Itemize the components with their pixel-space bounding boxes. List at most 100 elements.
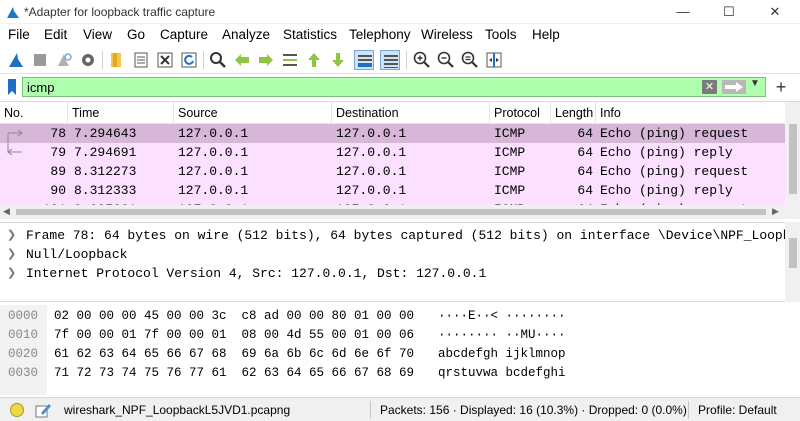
cell-no: 89 <box>50 164 66 179</box>
resize-columns-icon[interactable] <box>484 50 504 70</box>
cell-source: 127.0.0.1 <box>178 126 249 141</box>
detail-text: Frame 78: 64 bytes on wire (512 bits), 6… <box>26 228 800 243</box>
scroll-left-icon[interactable]: ◀ <box>3 206 10 217</box>
display-filter-bar: ✕ ▼ + <box>0 75 800 100</box>
profile-status[interactable]: Profile: Default <box>698 403 777 417</box>
details-scroll-thumb[interactable] <box>789 238 797 268</box>
toolbar-separator <box>102 51 103 69</box>
apply-filter-arrow-icon[interactable] <box>722 80 746 94</box>
scroll-right-icon[interactable]: ▶ <box>772 206 779 217</box>
close-file-icon[interactable] <box>155 50 175 70</box>
zoom-normal-icon[interactable] <box>460 50 480 70</box>
packet-list-horizontal-thumb[interactable] <box>16 209 766 215</box>
go-forward-icon[interactable] <box>256 50 276 70</box>
packet-row[interactable]: 90 8.312333 127.0.0.1 127.0.0.1 ICMP 64 … <box>0 181 785 200</box>
reload-file-icon[interactable] <box>179 50 199 70</box>
column-header-length[interactable]: Length <box>551 102 596 124</box>
packet-row[interactable]: 79 7.294691 127.0.0.1 127.0.0.1 ICMP 64 … <box>0 143 785 162</box>
cell-time: 7.294643 <box>74 126 137 141</box>
capture-options-icon[interactable] <box>78 50 98 70</box>
shark-fin-start-icon[interactable] <box>6 50 26 70</box>
byte-offset: 0030 <box>8 366 39 380</box>
bytes-row[interactable]: 0020 61 62 63 64 65 66 67 68 69 6a 6b 6c… <box>0 345 800 364</box>
column-header-protocol[interactable]: Protocol <box>490 102 551 124</box>
menu-capture[interactable]: Capture <box>160 27 208 42</box>
cell-time: 7.294691 <box>74 145 137 160</box>
column-header-info[interactable]: Info <box>596 102 785 124</box>
packet-count-status: Packets: 156 · Displayed: 16 (10.3%) · D… <box>380 403 687 417</box>
cell-destination: 127.0.0.1 <box>336 183 407 198</box>
column-header-time[interactable]: Time <box>68 102 174 124</box>
menu-file[interactable]: File <box>8 27 30 42</box>
go-back-icon[interactable] <box>232 50 252 70</box>
cell-source: 127.0.0.1 <box>178 145 249 160</box>
detail-row-frame[interactable]: ❯ Frame 78: 64 bytes on wire (512 bits),… <box>0 226 800 245</box>
cell-source: 127.0.0.1 <box>178 164 249 179</box>
detail-row-null-loopback[interactable]: ❯ Null/Loopback <box>0 245 800 264</box>
detail-row-ipv4[interactable]: ❯ Internet Protocol Version 4, Src: 127.… <box>0 264 800 283</box>
menu-edit[interactable]: Edit <box>44 27 67 42</box>
close-button[interactable]: ✕ <box>752 0 798 24</box>
go-first-icon[interactable] <box>304 50 324 70</box>
bytes-row[interactable]: 0030 71 72 73 74 75 76 77 61 62 63 64 65… <box>0 364 800 383</box>
column-header-source[interactable]: Source <box>174 102 332 124</box>
cell-info: Echo (ping) request <box>600 126 749 141</box>
expand-arrow-icon[interactable]: ❯ <box>7 247 16 260</box>
colorize-icon[interactable] <box>380 50 400 70</box>
go-last-icon[interactable] <box>328 50 348 70</box>
bytes-row[interactable]: 0000 02 00 00 00 45 00 00 3c c8 ad 00 00… <box>0 307 800 326</box>
cell-protocol: ICMP <box>494 126 526 141</box>
byte-hex: 02 00 00 00 45 00 00 3c c8 ad 00 00 80 0… <box>54 309 415 323</box>
packet-list-scroll-thumb[interactable] <box>789 124 797 194</box>
cell-protocol: ICMP <box>494 183 526 198</box>
menu-tools[interactable]: Tools <box>485 27 517 42</box>
expand-arrow-icon[interactable]: ❯ <box>7 228 16 241</box>
packet-list-header: No. Time Source Destination Protocol Len… <box>0 102 785 124</box>
cell-time: 8.312273 <box>74 164 137 179</box>
auto-scroll-icon[interactable] <box>354 50 374 70</box>
stop-capture-icon[interactable] <box>30 50 50 70</box>
restart-capture-icon[interactable] <box>54 50 74 70</box>
byte-offset: 0020 <box>8 347 39 361</box>
menu-statistics[interactable]: Statistics <box>283 27 337 42</box>
packet-row[interactable]: 78 7.294643 127.0.0.1 127.0.0.1 ICMP 64 … <box>0 124 785 143</box>
cell-no: 90 <box>50 183 66 198</box>
menu-wireless[interactable]: Wireless <box>421 27 473 42</box>
go-to-packet-icon[interactable] <box>280 50 300 70</box>
minimize-button[interactable]: — <box>660 0 706 24</box>
cell-no: 78 <box>50 126 66 141</box>
find-packet-icon[interactable] <box>208 50 228 70</box>
bytes-row[interactable]: 0010 7f 00 00 01 7f 00 00 01 08 00 4d 55… <box>0 326 800 345</box>
status-divider <box>688 401 689 419</box>
clear-filter-icon[interactable]: ✕ <box>702 80 717 94</box>
detail-text: Internet Protocol Version 4, Src: 127.0.… <box>26 266 487 281</box>
maximize-button[interactable]: ☐ <box>706 0 752 24</box>
menu-analyze[interactable]: Analyze <box>222 27 270 42</box>
display-filter-input[interactable] <box>22 77 766 97</box>
column-header-destination[interactable]: Destination <box>332 102 490 124</box>
add-filter-button[interactable]: + <box>770 76 792 98</box>
capture-status-led-icon[interactable] <box>10 403 24 417</box>
byte-ascii: ····E··< ········ <box>438 309 566 323</box>
open-file-icon[interactable] <box>107 50 127 70</box>
edit-comment-icon[interactable] <box>34 401 52 419</box>
capture-file-name: wireshark_NPF_LoopbackL5JVD1.pcapng <box>64 403 291 417</box>
column-header-no[interactable]: No. <box>0 102 68 124</box>
packet-row[interactable]: 89 8.312273 127.0.0.1 127.0.0.1 ICMP 64 … <box>0 162 785 181</box>
cell-destination: 127.0.0.1 <box>336 126 407 141</box>
menu-telephony[interactable]: Telephony <box>349 27 411 42</box>
save-file-icon[interactable] <box>131 50 151 70</box>
byte-offset: 0010 <box>8 328 39 342</box>
byte-hex: 71 72 73 74 75 76 77 61 62 63 64 65 66 6… <box>54 366 415 380</box>
zoom-in-icon[interactable] <box>412 50 432 70</box>
detail-text: Null/Loopback <box>26 247 128 262</box>
toolbar-separator <box>203 51 204 69</box>
menu-go[interactable]: Go <box>127 27 145 42</box>
filter-history-dropdown[interactable]: ▼ <box>750 78 760 89</box>
byte-ascii: abcdefgh ijklmnop <box>438 347 566 361</box>
menu-help[interactable]: Help <box>532 27 560 42</box>
zoom-out-icon[interactable] <box>436 50 456 70</box>
bookmark-icon[interactable] <box>3 77 21 97</box>
expand-arrow-icon[interactable]: ❯ <box>7 266 16 279</box>
menu-view[interactable]: View <box>83 27 112 42</box>
